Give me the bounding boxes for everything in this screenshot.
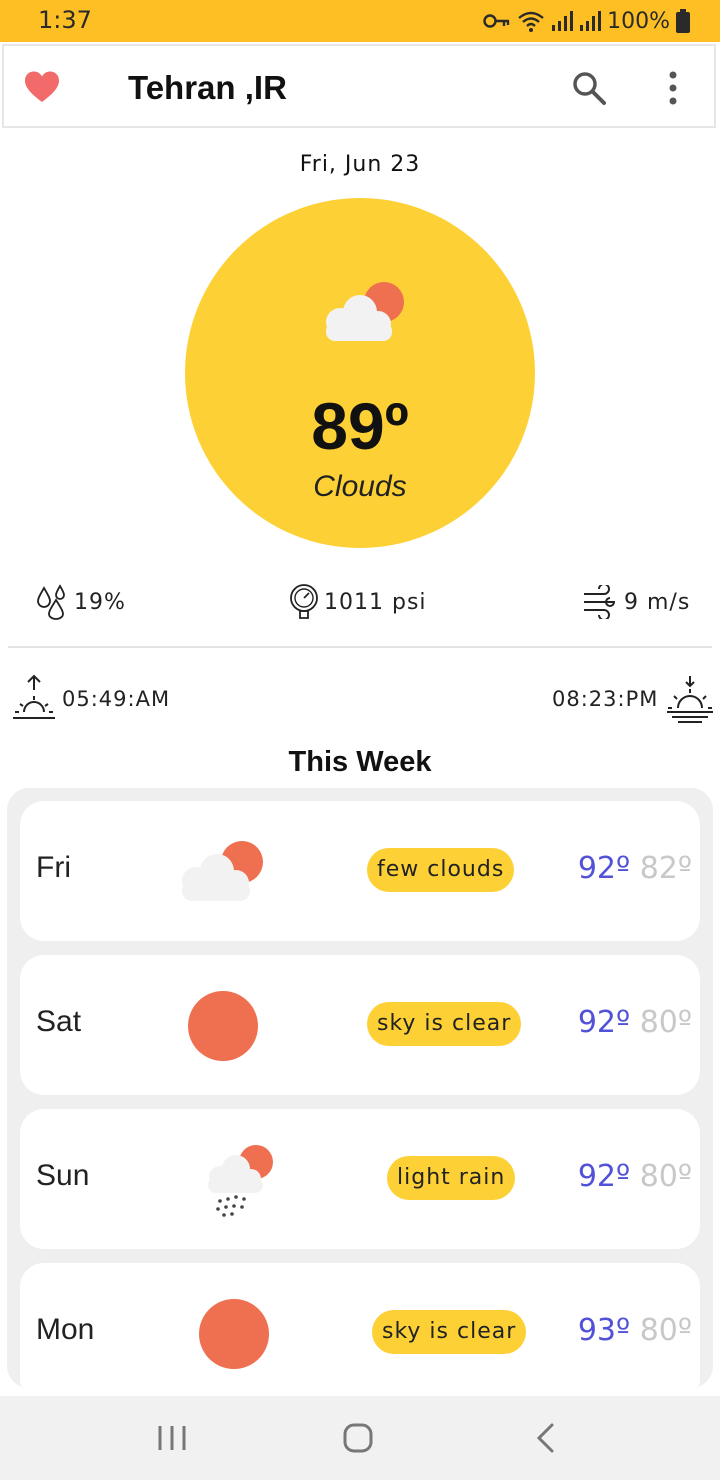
wind-icon xyxy=(584,585,616,619)
battery-percent: 100% xyxy=(607,8,670,34)
recent-apps-icon[interactable] xyxy=(152,1418,192,1458)
day-temps: 93º 80º xyxy=(578,1313,692,1348)
day-temps: 92º 80º xyxy=(578,1159,692,1194)
humidity-value: 19% xyxy=(74,589,126,615)
sunset-info: 08:23:PM xyxy=(552,674,716,724)
search-icon[interactable] xyxy=(569,68,609,108)
temp-low: 82º xyxy=(639,851,692,886)
current-weather-circle: 89º Clouds xyxy=(185,198,535,548)
humidity-drops-icon xyxy=(37,584,65,620)
clear-sky-icon xyxy=(199,1299,269,1369)
signal-icon xyxy=(552,11,574,31)
system-nav-bar xyxy=(0,1396,720,1480)
few-clouds-icon xyxy=(182,841,263,901)
temp-low: 80º xyxy=(639,1005,692,1040)
week-title: This Week xyxy=(288,746,432,778)
favorite-heart-icon[interactable] xyxy=(24,70,60,106)
vpn-key-icon xyxy=(483,14,510,28)
sunset-time: 08:23:PM xyxy=(552,687,659,711)
sunrise-info: 05:49:AM xyxy=(12,674,170,724)
day-name: Sun xyxy=(36,1159,90,1192)
divider xyxy=(8,646,712,648)
day-row-sun[interactable]: Sun light rain 92º 80º xyxy=(20,1109,700,1249)
current-condition: Clouds xyxy=(313,470,407,503)
clear-sky-icon xyxy=(188,991,258,1061)
temp-high: 92º xyxy=(577,1005,631,1040)
back-icon[interactable] xyxy=(526,1418,566,1458)
condition-pill: few clouds xyxy=(367,848,515,892)
current-temperature: 89º xyxy=(311,389,409,463)
more-vert-icon[interactable] xyxy=(659,68,687,108)
day-name: Mon xyxy=(36,1313,95,1346)
pressure-metric: 1011 psi xyxy=(288,582,427,622)
day-row-mon[interactable]: Mon sky is clear 93º 80º xyxy=(20,1263,700,1388)
sunrise-time: 05:49:AM xyxy=(62,687,171,711)
signal-icon-2 xyxy=(580,11,602,31)
day-name: Sat xyxy=(36,1005,82,1038)
home-icon[interactable] xyxy=(338,1418,378,1458)
light-rain-icon xyxy=(208,1145,273,1217)
temp-low: 80º xyxy=(639,1159,692,1194)
condition-pill: sky is clear xyxy=(367,1002,522,1046)
day-temps: 92º 82º xyxy=(578,851,692,886)
sunset-icon xyxy=(667,676,714,723)
city-title: Tehran ,IR xyxy=(128,69,287,106)
sunrise-icon xyxy=(13,674,55,719)
wifi-icon xyxy=(518,11,544,32)
temp-high: 93º xyxy=(577,1313,631,1348)
condition-pill: light rain xyxy=(387,1156,516,1200)
day-name: Fri xyxy=(36,851,71,884)
temp-high: 92º xyxy=(577,851,631,886)
condition-pill: sky is clear xyxy=(372,1310,527,1354)
pressure-value: 1011 psi xyxy=(324,589,427,615)
wind-metric: 9 m/s xyxy=(582,582,690,622)
battery-icon xyxy=(676,9,690,33)
current-date: Fri, Jun 23 xyxy=(299,152,421,177)
status-time: 1:37 xyxy=(38,6,92,34)
wind-value: 9 m/s xyxy=(624,589,691,615)
day-row-fri[interactable]: Fri few clouds 92º 82º xyxy=(20,801,700,941)
temp-low: 80º xyxy=(639,1313,692,1348)
app-bar: Tehran ,IR xyxy=(2,44,716,128)
status-bar: 1:37 100% xyxy=(0,0,720,42)
pressure-gauge-icon xyxy=(290,584,318,619)
week-list[interactable]: Fri few clouds 92º 82º Sat sky is clear … xyxy=(7,788,713,1388)
status-icons: 100% xyxy=(483,6,690,36)
temp-high: 92º xyxy=(577,1159,631,1194)
day-row-sat[interactable]: Sat sky is clear 92º 80º xyxy=(20,955,700,1095)
humidity-metric: 19% xyxy=(36,582,126,622)
day-temps: 92º 80º xyxy=(578,1005,692,1040)
few-clouds-icon xyxy=(326,282,404,341)
